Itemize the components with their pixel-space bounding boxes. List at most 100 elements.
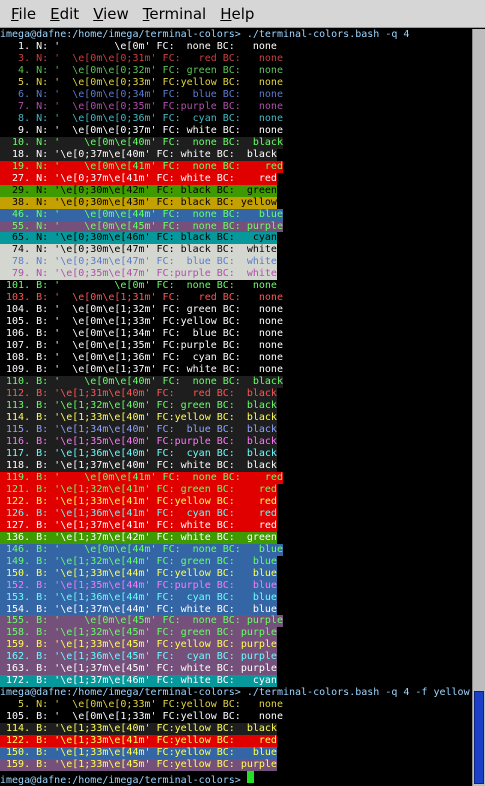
menu-file[interactable]: File bbox=[4, 5, 43, 23]
color-row: 150. B: '\e[1;33m\e[44m' FC:yellow BC: b… bbox=[0, 747, 472, 760]
color-row-text: 163. B: '\e[1;37m\e[45m' FC: white BC: p… bbox=[0, 663, 277, 676]
color-row-text: 74. N: '\e[0;30m\e[47m' FC: black BC: wh… bbox=[0, 244, 277, 257]
color-row: 7. N: ' \e[0m\e[0;35m' FC:purple BC: non… bbox=[0, 101, 472, 113]
color-row-text: 10. N: ' \e[0m\e[40m' FC: none BC: black bbox=[0, 136, 283, 149]
color-row-text: 78. N: '\e[0;34m\e[47m' FC: blue BC: whi… bbox=[0, 256, 277, 269]
color-row-text: 117. B: '\e[1;36m\e[40m' FC: cyan BC: bl… bbox=[0, 447, 277, 460]
color-row-text: 112. B: '\e[1;31m\e[40m' FC: red BC: bla… bbox=[0, 388, 277, 401]
color-row-text: 172. B: '\e[1;37m\e[46m' FC: white BC: c… bbox=[0, 675, 277, 688]
color-row-text: 5. N: ' \e[0m\e[0;33m' FC:yellow BC: non… bbox=[0, 76, 283, 88]
color-row: 116. B: '\e[1;35m\e[40m' FC:purple BC: b… bbox=[0, 435, 472, 448]
color-row-text: 101. B: ' \e[0m' FC: none BC: none bbox=[0, 280, 277, 292]
color-row-text: 4. N: ' \e[0m\e[0;32m' FC: green BC: non… bbox=[0, 64, 283, 76]
color-row: 106. B: ' \e[0m\e[1;34m' FC: blue BC: no… bbox=[0, 328, 472, 340]
color-row: 154. B: '\e[1;37m\e[44m' FC: white BC: b… bbox=[0, 603, 472, 616]
menu-edit[interactable]: Edit bbox=[43, 5, 86, 23]
color-row-text: 127. B: '\e[1;37m\e[41m' FC: white BC: r… bbox=[0, 519, 277, 532]
color-row: 158. B: '\e[1;32m\e[45m' FC: green BC: p… bbox=[0, 627, 472, 640]
color-row: 46. N: ' \e[0m\e[44m' FC: none BC: blue bbox=[0, 208, 472, 221]
color-row: 38. N: '\e[0;30m\e[43m' FC: black BC: ye… bbox=[0, 196, 472, 209]
color-row: 121. B: '\e[1;32m\e[41m' FC: green BC: r… bbox=[0, 483, 472, 496]
menu-file-label: ile bbox=[18, 4, 37, 23]
color-row-text: 149. B: '\e[1;32m\e[44m' FC: green BC: b… bbox=[0, 555, 277, 568]
color-row: 115. B: '\e[1;34m\e[40m' FC: blue BC: bl… bbox=[0, 423, 472, 436]
prompt-text: imega@dafne:/home/imega/terminal-colors>… bbox=[0, 687, 470, 699]
color-row-text: 65. N: '\e[0;30m\e[46m' FC: black BC: cy… bbox=[0, 232, 277, 245]
menu-view-mnemonic: V bbox=[93, 4, 104, 23]
color-row: 55. N: ' \e[0m\e[45m' FC: none BC: purpl… bbox=[0, 220, 472, 233]
color-row: 136. B: '\e[1;37m\e[42m' FC: white BC: g… bbox=[0, 531, 472, 544]
color-row-text: 150. B: '\e[1;33m\e[44m' FC:yellow BC: b… bbox=[0, 567, 277, 580]
color-row-text: 105. B: ' \e[0m\e[1;33m' FC:yellow BC: n… bbox=[0, 316, 283, 328]
scrollbar[interactable] bbox=[472, 29, 485, 786]
color-row: 159. B: '\e[1;33m\e[45m' FC:yellow BC: p… bbox=[0, 759, 472, 772]
prompt-line: imega@dafne:/home/imega/terminal-colors>… bbox=[0, 29, 472, 41]
scrollbar-thumb[interactable] bbox=[474, 691, 484, 784]
color-row-text: 1. N: ' \e[0m' FC: none BC: none bbox=[0, 40, 277, 52]
color-row: 1. N: ' \e[0m' FC: none BC: none bbox=[0, 41, 472, 53]
color-row: 122. B: '\e[1;33m\e[41m' FC:yellow BC: r… bbox=[0, 495, 472, 508]
color-row: 29. N: '\e[0;30m\e[42m' FC: black BC: gr… bbox=[0, 184, 472, 197]
color-row: 105. B: ' \e[0m\e[1;33m' FC:yellow BC: n… bbox=[0, 711, 472, 723]
color-row: 9. N: ' \e[0m\e[0;37m' FC: white BC: non… bbox=[0, 125, 472, 137]
color-row-text: 114. B: '\e[1;33m\e[40m' FC:yellow BC: b… bbox=[0, 412, 277, 424]
terminal-window: File Edit View Terminal Help imega@dafne… bbox=[0, 0, 485, 786]
color-row-text: 103. B: ' \e[0m\e[1;31m' FC: red BC: non… bbox=[0, 292, 283, 304]
menu-view-label: iew bbox=[103, 4, 129, 23]
color-row-text: 153. B: '\e[1;36m\e[44m' FC: cyan BC: bl… bbox=[0, 591, 277, 604]
color-row-text: 55. N: ' \e[0m\e[45m' FC: none BC: purpl… bbox=[0, 220, 283, 233]
menu-help[interactable]: Help bbox=[213, 5, 261, 23]
color-row: 10. N: ' \e[0m\e[40m' FC: none BC: black bbox=[0, 136, 472, 149]
color-row-text: 152. B: '\e[1;35m\e[44m' FC:purple BC: b… bbox=[0, 579, 277, 592]
color-row: 104. B: ' \e[0m\e[1;32m' FC: green BC: n… bbox=[0, 304, 472, 316]
color-row-text: 126. B: '\e[1;36m\e[41m' FC: cyan BC: re… bbox=[0, 507, 277, 520]
color-row: 150. B: '\e[1;33m\e[44m' FC:yellow BC: b… bbox=[0, 567, 472, 580]
color-row: 74. N: '\e[0;30m\e[47m' FC: black BC: wh… bbox=[0, 244, 472, 257]
color-row-text: 155. B: ' \e[0m\e[45m' FC: none BC: purp… bbox=[0, 615, 283, 628]
color-row: 113. B: '\e[1;32m\e[40m' FC: green BC: b… bbox=[0, 400, 472, 412]
color-row-text: 105. B: ' \e[0m\e[1;33m' FC:yellow BC: n… bbox=[0, 711, 283, 723]
color-row: 103. B: ' \e[0m\e[1;31m' FC: red BC: non… bbox=[0, 292, 472, 304]
color-row-text: 154. B: '\e[1;37m\e[44m' FC: white BC: b… bbox=[0, 603, 277, 616]
color-row: 112. B: '\e[1;31m\e[40m' FC: red BC: bla… bbox=[0, 388, 472, 401]
color-row-text: 118. B: '\e[1;37m\e[40m' FC: white BC: b… bbox=[0, 459, 277, 472]
color-row: 152. B: '\e[1;35m\e[44m' FC:purple BC: b… bbox=[0, 579, 472, 592]
color-row-text: 150. B: '\e[1;33m\e[44m' FC:yellow BC: b… bbox=[0, 747, 277, 760]
color-row-text: 109. B: ' \e[0m\e[1;37m' FC: white BC: n… bbox=[0, 364, 283, 376]
menu-terminal-label: erminal bbox=[149, 4, 207, 23]
color-row: 162. B: '\e[1;36m\e[45m' FC: cyan BC: pu… bbox=[0, 651, 472, 664]
color-row: 108. B: ' \e[0m\e[1;36m' FC: cyan BC: no… bbox=[0, 352, 472, 364]
menu-view[interactable]: View bbox=[86, 5, 136, 23]
color-row: 122. B: '\e[1;33m\e[41m' FC:yellow BC: r… bbox=[0, 735, 472, 748]
color-row: 153. B: '\e[1;36m\e[44m' FC: cyan BC: bl… bbox=[0, 591, 472, 604]
color-row-text: 159. B: '\e[1;33m\e[45m' FC:yellow BC: p… bbox=[0, 759, 277, 772]
color-row: 107. B: ' \e[0m\e[1;35m' FC:purple BC: n… bbox=[0, 340, 472, 352]
color-row-text: 146. B: ' \e[0m\e[44m' FC: none BC: blue bbox=[0, 543, 283, 556]
color-row: 3. N: ' \e[0m\e[0;31m' FC: red BC: none bbox=[0, 53, 472, 65]
color-row: 78. N: '\e[0;34m\e[47m' FC: blue BC: whi… bbox=[0, 256, 472, 269]
color-row-text: 7. N: ' \e[0m\e[0;35m' FC:purple BC: non… bbox=[0, 100, 283, 112]
color-row-text: 18. N: '\e[0;37m\e[40m' FC: white BC: bl… bbox=[0, 148, 277, 161]
color-row: 19. N: ' \e[0m\e[41m' FC: none BC: red bbox=[0, 160, 472, 173]
color-row: 65. N: '\e[0;30m\e[46m' FC: black BC: cy… bbox=[0, 232, 472, 245]
color-row-text: 79. N: '\e[0;35m\e[47m' FC:purple BC: wh… bbox=[0, 268, 277, 281]
menu-terminal[interactable]: Terminal bbox=[136, 5, 213, 23]
color-row: 119. B: ' \e[0m\e[41m' FC: none BC: red bbox=[0, 471, 472, 484]
color-row-text: 122. B: '\e[1;33m\e[41m' FC:yellow BC: r… bbox=[0, 495, 277, 508]
color-row: 18. N: '\e[0;37m\e[40m' FC: white BC: bl… bbox=[0, 148, 472, 161]
color-row-text: 6. N: ' \e[0m\e[0;34m' FC: blue BC: none bbox=[0, 88, 283, 100]
color-row-text: 114. B: '\e[1;33m\e[40m' FC:yellow BC: b… bbox=[0, 723, 277, 736]
menu-help-mnemonic: H bbox=[220, 4, 232, 23]
color-row: 159. B: '\e[1;33m\e[45m' FC:yellow BC: p… bbox=[0, 639, 472, 652]
menubar: File Edit View Terminal Help bbox=[0, 0, 485, 28]
color-row-text: 116. B: '\e[1;35m\e[40m' FC:purple BC: b… bbox=[0, 435, 277, 448]
color-row: 27. N: '\e[0;37m\e[41m' FC: white BC: re… bbox=[0, 172, 472, 185]
color-row: 118. B: '\e[1;37m\e[40m' FC: white BC: b… bbox=[0, 459, 472, 472]
prompt-text: imega@dafne:/home/imega/terminal-colors>… bbox=[0, 29, 410, 40]
color-row: 79. N: '\e[0;35m\e[47m' FC:purple BC: wh… bbox=[0, 268, 472, 281]
color-row-text: 107. B: ' \e[0m\e[1;35m' FC:purple BC: n… bbox=[0, 340, 283, 352]
color-row: 5. N: ' \e[0m\e[0;33m' FC:yellow BC: non… bbox=[0, 699, 472, 711]
terminal-output[interactable]: imega@dafne:/home/imega/terminal-colors>… bbox=[0, 29, 472, 786]
color-row: 155. B: ' \e[0m\e[45m' FC: none BC: purp… bbox=[0, 615, 472, 628]
prompt-text: imega@dafne:/home/imega/terminal-colors> bbox=[0, 775, 247, 786]
